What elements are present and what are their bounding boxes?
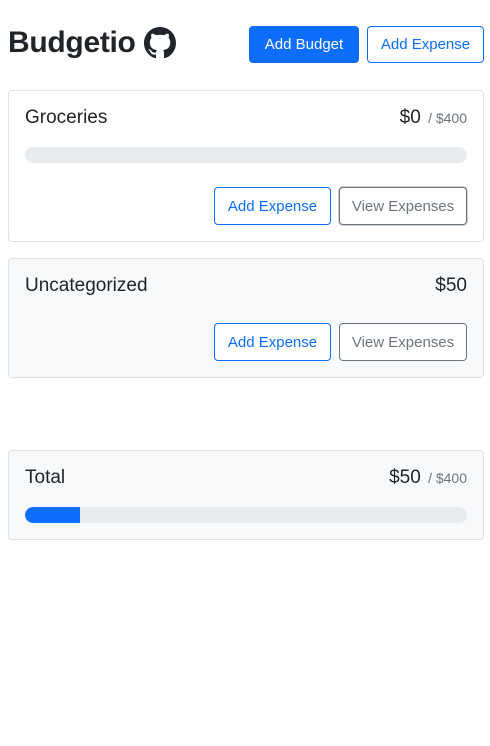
app-title: Budgetio: [8, 26, 136, 59]
total-max: / $400: [428, 470, 467, 486]
budget-amount: $50: [435, 275, 467, 296]
view-expenses-button[interactable]: View Expenses: [339, 323, 467, 361]
total-progress-fill: [25, 507, 81, 523]
header: Budgetio Add Budget Add Expense: [8, 22, 484, 64]
card-add-expense-button[interactable]: Add Expense: [214, 323, 331, 361]
budget-spent: $0: [399, 107, 421, 128]
card-add-expense-button[interactable]: Add Expense: [214, 187, 331, 225]
total-label: Total: [25, 467, 66, 488]
budget-card-uncategorized: Uncategorized $50 Add Expense View Expen…: [8, 258, 484, 378]
card-title-row: Groceries $0 / $400: [25, 107, 467, 135]
budget-name: Uncategorized: [25, 275, 148, 296]
github-icon[interactable]: [143, 27, 176, 59]
budget-amount: $0 / $400: [400, 107, 467, 129]
total-spent: $50: [389, 467, 421, 488]
budget-card-groceries: Groceries $0 / $400 Add Expense View Exp…: [8, 90, 484, 242]
view-expenses-button[interactable]: View Expenses: [339, 187, 467, 225]
card-title-row: Uncategorized $50: [25, 275, 467, 303]
brand: Budgetio: [8, 22, 176, 64]
total-progress-bar: [25, 507, 467, 523]
add-expense-button[interactable]: Add Expense: [367, 26, 484, 63]
budget-page: Budgetio Add Budget Add Expense Grocerie…: [0, 0, 490, 746]
budget-name: Groceries: [25, 107, 108, 128]
total-card: Total $50 / $400: [8, 450, 484, 540]
card-title-row: Total $50 / $400: [25, 467, 467, 495]
add-budget-button[interactable]: Add Budget: [249, 26, 359, 63]
card-actions: Add Expense View Expenses: [214, 187, 467, 225]
total-amount: $50 / $400: [389, 467, 467, 489]
card-actions: Add Expense View Expenses: [214, 323, 467, 361]
budget-progress-bar: [25, 147, 467, 163]
budget-max: / $400: [428, 110, 467, 126]
